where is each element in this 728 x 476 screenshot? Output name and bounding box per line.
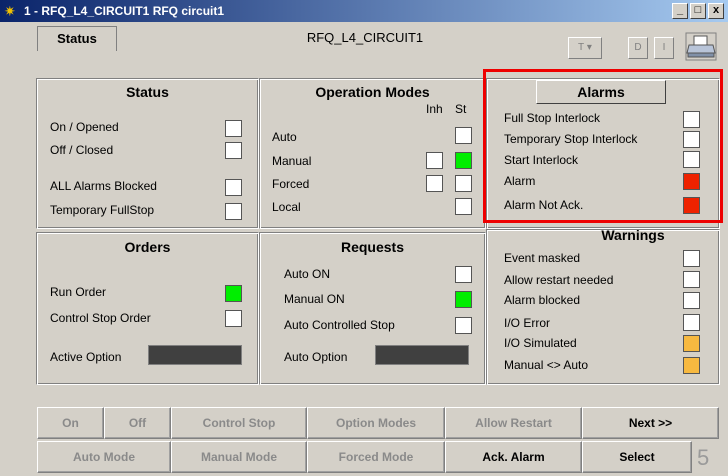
mode-label-manual: Manual: [272, 154, 312, 168]
mode-st-forced: [455, 175, 472, 192]
off-button[interactable]: Off: [104, 407, 171, 439]
window-titlebar[interactable]: ✷ 1 - RFQ_L4_CIRCUIT1 RFQ circuit1 _ □ x: [0, 0, 728, 22]
active-option-display: [148, 345, 242, 365]
manual-mode-button[interactable]: Manual Mode: [171, 441, 307, 473]
warnings-title: Warnings: [601, 227, 665, 243]
status-indicator-off-closed: [225, 142, 242, 159]
requests-title: Requests: [340, 239, 405, 255]
status-indicator-alarms-blocked: [225, 179, 242, 196]
request-label-manual-on: Manual ON: [284, 292, 345, 306]
mode-label-forced: Forced: [272, 177, 310, 191]
order-indicator-control-stop: [225, 310, 242, 327]
device-title: RFQ_L4_CIRCUIT1: [306, 30, 424, 45]
mode-inh-manual: [426, 152, 443, 169]
request-label-auto-controlled-stop: Auto Controlled Stop: [284, 318, 395, 332]
warning-indicator-io-error: [683, 314, 700, 331]
select-button[interactable]: Select: [582, 441, 692, 473]
warning-indicator-manual-auto: [683, 357, 700, 374]
details-button[interactable]: D: [628, 37, 648, 59]
close-button[interactable]: x: [708, 3, 724, 19]
order-label-control-stop: Control Stop Order: [50, 311, 151, 325]
status-label-alarms-blocked: ALL Alarms Blocked: [50, 179, 157, 193]
trend-button[interactable]: T ▾: [568, 37, 602, 59]
auto-mode-button[interactable]: Auto Mode: [37, 441, 171, 473]
auto-option-display: [375, 345, 469, 365]
alarms-highlight-frame: [483, 69, 723, 223]
orders-title: Orders: [124, 239, 171, 255]
auto-option-label: Auto Option: [284, 350, 348, 364]
allow-restart-button[interactable]: Allow Restart: [445, 407, 582, 439]
tab-status[interactable]: Status: [37, 26, 117, 51]
request-indicator-auto-on: [455, 266, 472, 283]
warning-indicator-event-masked: [683, 250, 700, 267]
mode-inh-forced: [426, 175, 443, 192]
app-gear-icon: ✷: [4, 3, 16, 19]
orders-panel: Orders Run Order Control Stop Order Acti…: [36, 232, 259, 385]
column-st: St: [455, 102, 467, 116]
control-stop-button[interactable]: Control Stop: [171, 407, 307, 439]
mode-label-auto: Auto: [272, 130, 297, 144]
status-indicator-on-opened: [225, 120, 242, 137]
warning-indicator-alarm-blocked: [683, 292, 700, 309]
status-indicator-temp-fullstop: [225, 203, 242, 220]
mode-st-local: [455, 198, 472, 215]
warning-indicator-io-simulated: [683, 335, 700, 352]
printer-icon[interactable]: [684, 30, 718, 62]
status-label-off-closed: Off / Closed: [50, 143, 114, 157]
info-button[interactable]: I: [654, 37, 674, 59]
request-indicator-auto-controlled-stop: [455, 317, 472, 334]
ack-alarm-button[interactable]: Ack. Alarm: [445, 441, 582, 473]
warning-label-alarm-blocked: Alarm blocked: [504, 293, 581, 307]
status-panel: Status On / Opened Off / Closed ALL Alar…: [36, 78, 259, 229]
corner-number: 5: [697, 445, 710, 470]
requests-panel: Requests Auto ON Manual ON Auto Controll…: [259, 232, 486, 385]
mode-st-auto: [455, 127, 472, 144]
status-panel-title: Status: [126, 84, 169, 100]
warning-indicator-allow-restart: [683, 271, 700, 288]
warning-label-io-simulated: I/O Simulated: [504, 336, 577, 350]
warnings-panel: Warnings Event masked Allow restart need…: [486, 227, 720, 385]
order-indicator-run: [225, 285, 242, 302]
status-label-temp-fullstop: Temporary FullStop: [50, 203, 155, 217]
warning-label-io-error: I/O Error: [504, 316, 551, 330]
trend-button-label: T: [578, 42, 585, 53]
operation-modes-panel: Operation Modes Inh St Auto Manual Force…: [259, 78, 486, 229]
warning-label-allow-restart: Allow restart needed: [504, 273, 614, 287]
chevron-down-icon: ▾: [586, 42, 592, 53]
minimize-button[interactable]: _: [672, 3, 688, 19]
operation-modes-title: Operation Modes: [315, 84, 430, 100]
window-title: 1 - RFQ_L4_CIRCUIT1 RFQ circuit1: [24, 4, 225, 18]
forced-mode-button[interactable]: Forced Mode: [307, 441, 445, 473]
order-label-run: Run Order: [50, 285, 107, 299]
active-option-label: Active Option: [50, 350, 122, 364]
warning-label-event-masked: Event masked: [504, 251, 581, 265]
maximize-button[interactable]: □: [690, 3, 706, 19]
mode-st-manual: [455, 152, 472, 169]
warning-label-manual-auto: Manual <> Auto: [504, 358, 589, 372]
mode-label-local: Local: [272, 200, 301, 214]
option-modes-button[interactable]: Option Modes: [307, 407, 445, 439]
next-button[interactable]: Next >>: [582, 407, 719, 439]
status-label-on-opened: On / Opened: [50, 120, 119, 134]
column-inh: Inh: [426, 102, 443, 116]
request-indicator-manual-on: [455, 291, 472, 308]
request-label-auto-on: Auto ON: [284, 267, 331, 281]
on-button[interactable]: On: [37, 407, 104, 439]
